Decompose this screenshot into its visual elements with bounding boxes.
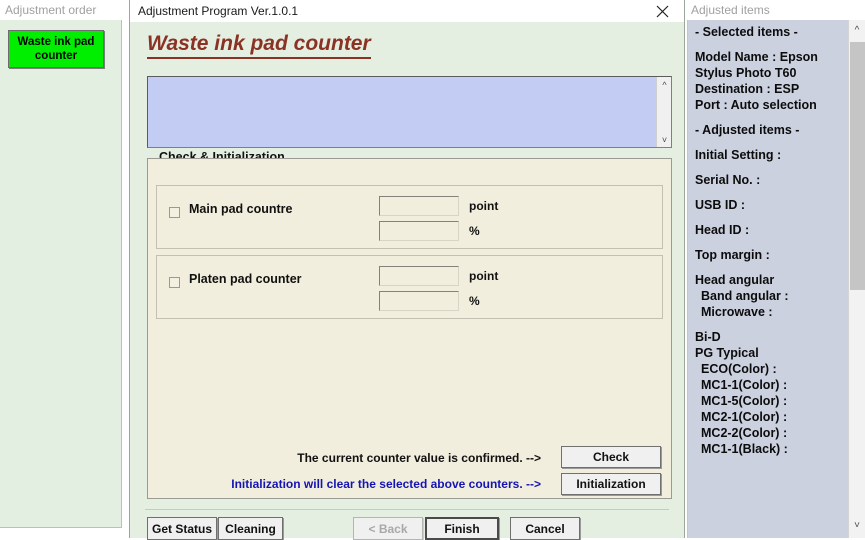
initialization-hint-text: Initialization will clear the selected a… [231, 477, 541, 491]
adjustment-order-sidebar: Adjustment order Waste ink pad counter [0, 0, 128, 538]
adjusted-item-line: Initial Setting : [695, 148, 782, 162]
adjusted-items-panel: Adjusted items - Selected items - Model N… [686, 0, 865, 538]
adjusted-item-line: - Adjusted items - [695, 123, 800, 137]
adjusted-item-line: Top margin : [695, 248, 770, 262]
main-pad-counter-row: Main pad countre point % [156, 185, 663, 249]
close-icon[interactable] [640, 0, 684, 22]
main-pad-point-unit: point [469, 199, 499, 213]
adjusted-item-line: MC1-1(Color) : [701, 378, 788, 392]
main-pad-counter-checkbox[interactable] [169, 207, 180, 218]
adjusted-item-line: PG Typical [695, 346, 759, 360]
adjusted-items-header: Adjusted items [686, 0, 865, 20]
adjusted-item-line: MC1-5(Color) : [701, 394, 788, 408]
window-body: Waste ink pad counter ^ ˅ Check & Initia… [131, 22, 683, 540]
page-title: Waste ink pad counter [147, 32, 371, 59]
application-root: Adjustment order Waste ink pad counter A… [0, 0, 865, 540]
platen-pad-counter-row: Platen pad counter point % [156, 255, 663, 319]
main-pad-counter-label: Main pad countre [189, 202, 293, 216]
platen-pad-point-input[interactable] [379, 266, 459, 286]
adjusted-item-line: Destination : ESP [695, 82, 800, 96]
adjusted-item-line: Band angular : [701, 289, 789, 303]
adjusted-item-line: Head ID : [695, 223, 750, 237]
log-output-textarea[interactable]: ^ ˅ [147, 76, 672, 148]
chevron-up-icon[interactable]: ^ [657, 77, 672, 92]
confirm-hint-text: The current counter value is confirmed. … [297, 451, 541, 465]
adjusted-item-line: Port : Auto selection [695, 98, 817, 112]
adjustment-program-window: Adjustment Program Ver.1.0.1 Waste ink p… [129, 0, 685, 540]
cleaning-button[interactable]: Cleaning [218, 517, 283, 540]
cancel-button[interactable]: Cancel [510, 517, 580, 540]
chevron-down-icon[interactable]: ˅ [849, 517, 865, 534]
sidebar-header: Adjustment order [0, 0, 128, 20]
check-initialization-group: Main pad countre point % Platen pad coun… [147, 158, 672, 499]
adjusted-item-line: Model Name : Epson [695, 50, 818, 64]
chevron-down-icon[interactable]: ˅ [657, 132, 672, 147]
adjusted-item-line: MC1-1(Black) : [701, 442, 788, 456]
window-titlebar: Adjustment Program Ver.1.0.1 [130, 0, 684, 22]
get-status-button[interactable]: Get Status [147, 517, 217, 540]
platen-pad-point-unit: point [469, 269, 499, 283]
window-title: Adjustment Program Ver.1.0.1 [138, 4, 299, 18]
scrollbar-thumb[interactable] [850, 42, 865, 290]
waste-ink-pad-counter-button[interactable]: Waste ink pad counter [8, 30, 104, 68]
log-scrollbar[interactable]: ^ ˅ [656, 77, 671, 147]
adjusted-item-line: USB ID : [695, 198, 745, 212]
chevron-up-icon[interactable]: ^ [849, 22, 865, 39]
adjusted-item-line: Stylus Photo T60 [695, 66, 797, 80]
initialization-button[interactable]: Initialization [561, 473, 661, 495]
sidebar-body: Waste ink pad counter [0, 20, 122, 528]
adjusted-item-line: MC2-1(Color) : [701, 410, 788, 424]
main-pad-percent-unit: % [469, 224, 480, 238]
back-button[interactable]: < Back [353, 517, 423, 540]
adjusted-item-line: MC2-2(Color) : [701, 426, 788, 440]
adjusted-item-line: Head angular [695, 273, 775, 287]
platen-pad-counter-label: Platen pad counter [189, 272, 302, 286]
adjusted-item-line: Bi-D [695, 330, 721, 344]
footer-divider [145, 509, 669, 510]
adjusted-item-line: - Selected items - [695, 25, 798, 39]
main-pad-percent-input[interactable] [379, 221, 459, 241]
main-pad-point-input[interactable] [379, 196, 459, 216]
adjusted-item-line: ECO(Color) : [701, 362, 777, 376]
adjusted-item-line: Microwave : [701, 305, 773, 319]
adjusted-items-list: - Selected items - Model Name : Epson Styl… [695, 24, 835, 457]
adjusted-item-line: Serial No. : [695, 173, 761, 187]
adjusted-items-body: - Selected items - Model Name : Epson Styl… [687, 20, 865, 538]
adjusted-items-scrollbar[interactable]: ^ ˅ [848, 20, 865, 538]
platen-pad-percent-input[interactable] [379, 291, 459, 311]
platen-pad-counter-checkbox[interactable] [169, 277, 180, 288]
platen-pad-percent-unit: % [469, 294, 480, 308]
check-button[interactable]: Check [561, 446, 661, 468]
finish-button[interactable]: Finish [425, 517, 499, 540]
